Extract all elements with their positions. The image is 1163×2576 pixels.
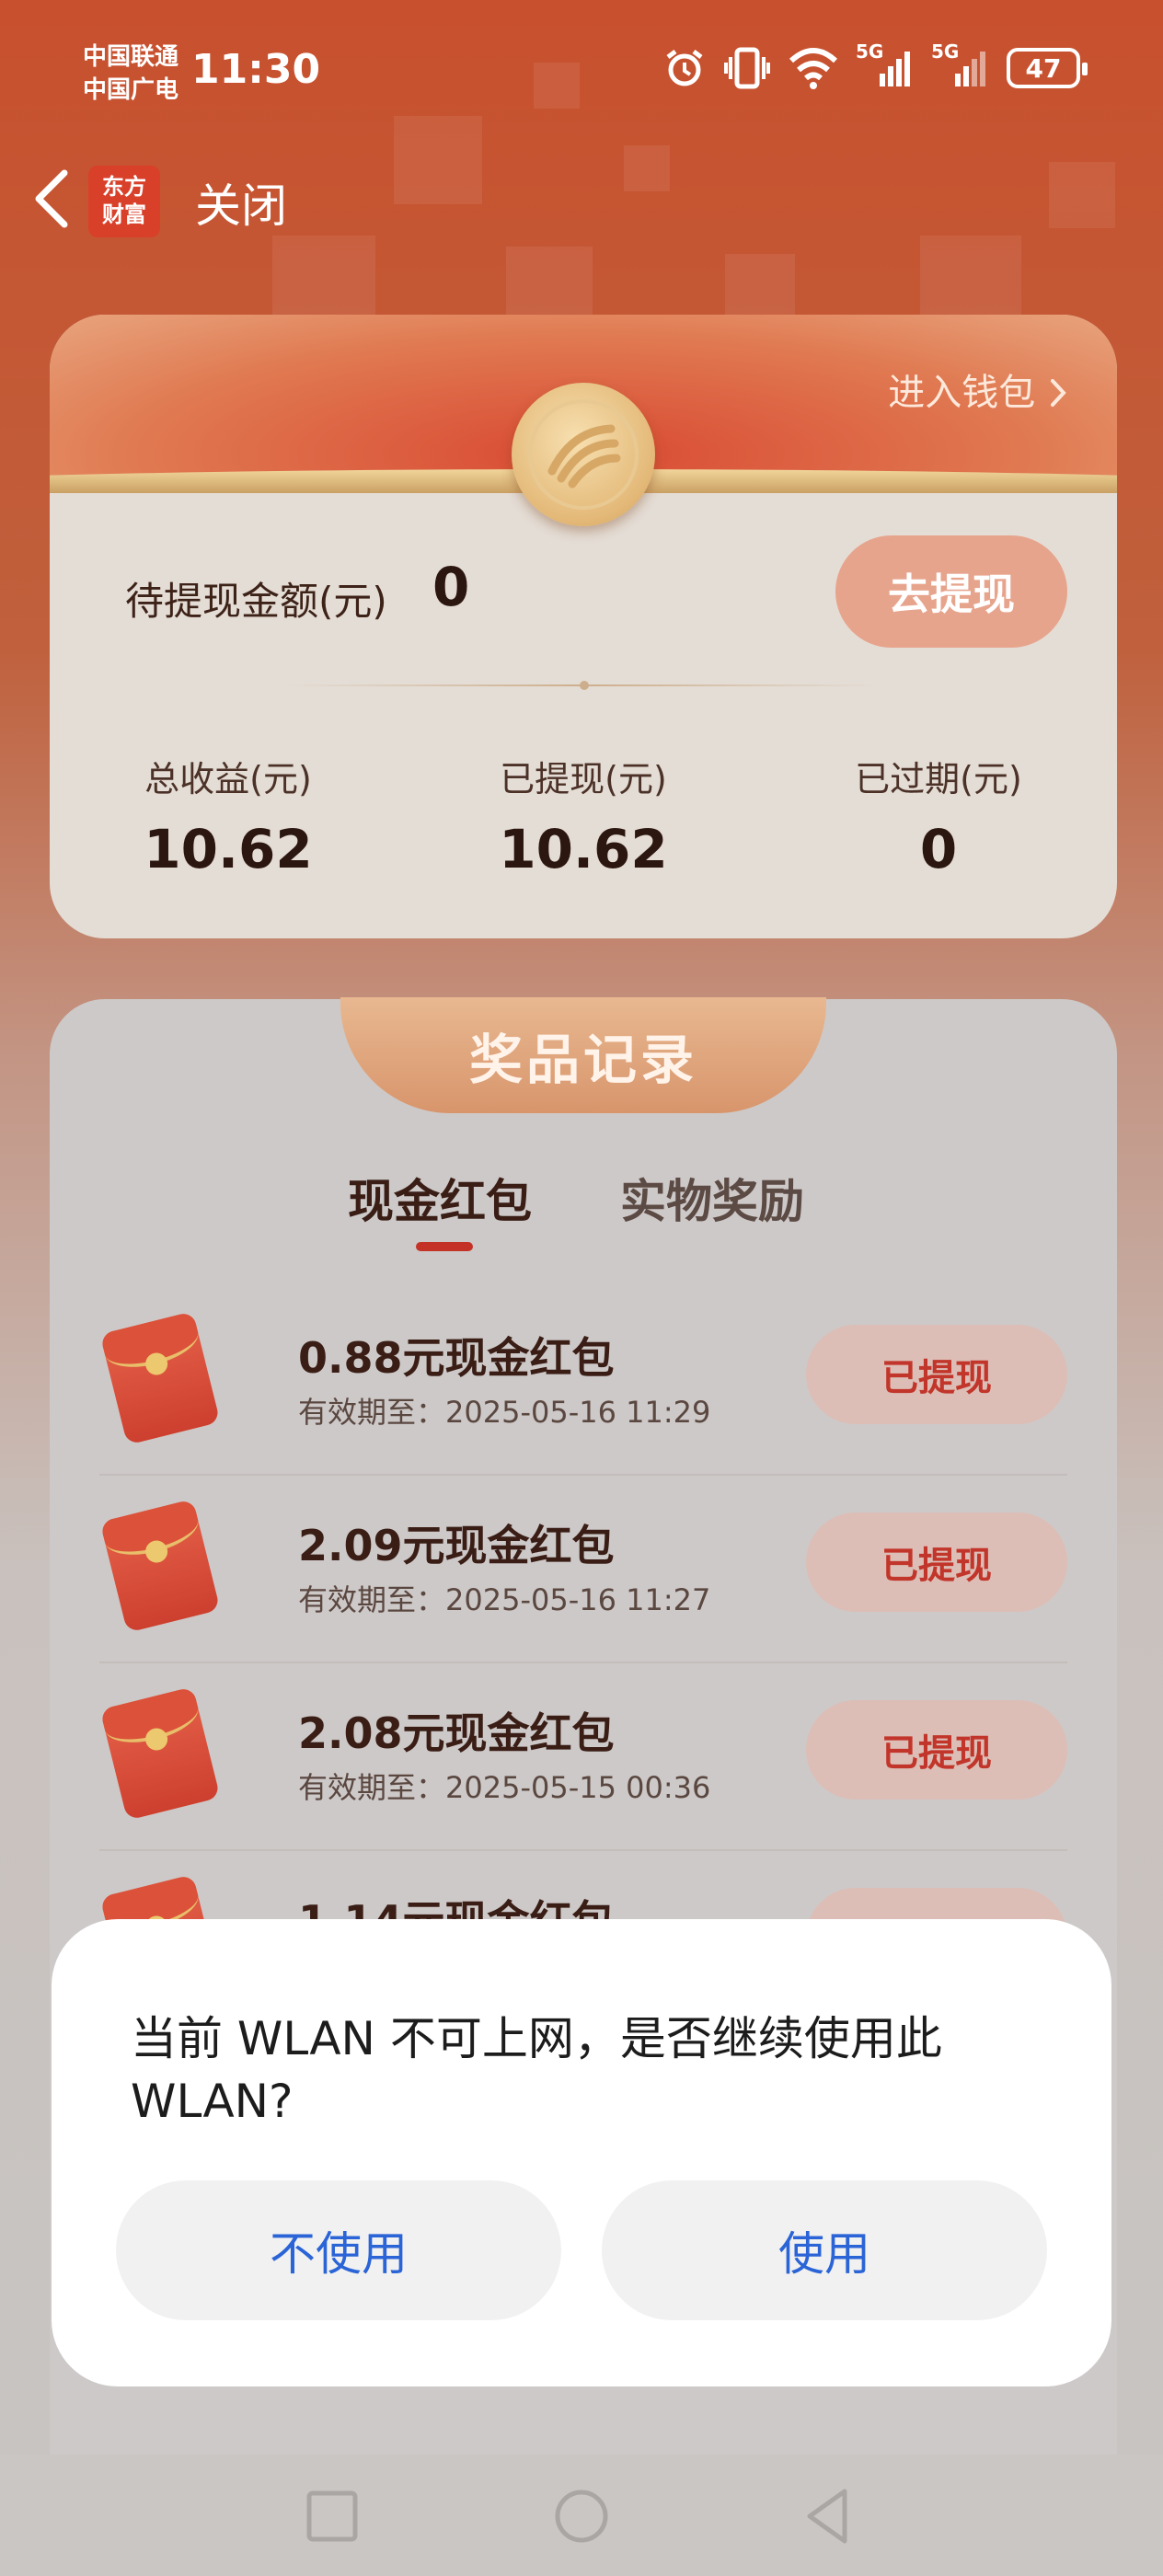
red-envelope-icon	[99, 1311, 221, 1445]
network-type-1: 5G	[856, 40, 884, 63]
item-status-button[interactable]: 已提现	[806, 1700, 1067, 1800]
background-decoration	[272, 236, 375, 315]
item-expiry: 有效期至：2025-05-16 11:27	[298, 1582, 711, 1617]
system-nav-bar	[0, 2455, 1163, 2576]
item-title: 2.09元现金红包	[298, 1521, 615, 1570]
logo-line-1: 东方	[102, 174, 146, 200]
dont-use-button[interactable]: 不使用	[116, 2180, 561, 2320]
signal-icon-1: 5G	[856, 40, 915, 90]
stat-label: 总收益(元)	[144, 759, 312, 799]
alarm-icon	[662, 46, 707, 90]
gold-coin-icon	[512, 383, 655, 526]
recent-apps-icon[interactable]	[300, 2484, 364, 2548]
home-icon[interactable]	[549, 2484, 614, 2548]
carrier-2: 中国广电	[83, 76, 179, 104]
enter-wallet-label: 进入钱包	[888, 372, 1036, 414]
signal-icon-2: 5G	[931, 40, 990, 90]
stat-value: 10.62	[144, 818, 313, 880]
stat-value: 0	[919, 818, 958, 880]
battery-icon: 47	[1007, 48, 1088, 88]
stat-label: 已提现(元)	[500, 759, 667, 799]
chevron-right-icon	[1047, 372, 1069, 414]
wallet-card: 进入钱包 待提现金额(元) 0 去提现 总收益(元) 10.62 已提现(元) …	[50, 315, 1117, 938]
enter-wallet-link[interactable]: 进入钱包	[888, 362, 1069, 416]
item-expiry: 有效期至：2025-05-15 00:36	[298, 1770, 711, 1805]
active-tab-indicator	[416, 1242, 473, 1251]
tab-physical-rewards[interactable]: 实物奖励	[620, 1165, 804, 1231]
wifi-icon	[788, 46, 839, 90]
logo-line-2: 财富	[102, 201, 146, 227]
red-envelope-icon	[99, 1499, 221, 1633]
back-icon[interactable]	[797, 2484, 861, 2548]
divider-dot	[580, 681, 589, 690]
stat-value: 10.62	[499, 818, 668, 880]
status-icons: 5G 5G 47	[662, 40, 1088, 90]
pending-amount-label: 待提现金额(元)	[125, 579, 387, 624]
list-item: 0.88元现金红包 有效期至：2025-05-16 11:29 已提现	[99, 1288, 1067, 1476]
item-title: 0.88元现金红包	[298, 1333, 615, 1383]
pending-amount-value: 0	[432, 556, 470, 618]
use-button[interactable]: 使用	[602, 2180, 1047, 2320]
stat-withdrawn: 已提现(元) 10.62	[445, 751, 721, 880]
back-arrow-icon[interactable]	[26, 164, 81, 234]
background-decoration	[920, 236, 1021, 315]
carrier-info: 中国联通 中国广电	[83, 40, 178, 107]
app-logo: 东方 财富	[88, 166, 160, 237]
background-decoration	[506, 247, 593, 315]
stat-total-earnings: 总收益(元) 10.62	[90, 751, 366, 880]
stat-expired: 已过期(元) 0	[800, 751, 1077, 880]
status-bar: 中国联通 中国广电 11:30 5G 5G 47	[0, 0, 1163, 147]
dialog-message: 当前 WLAN 不可上网，是否继续使用此WLAN?	[131, 2012, 942, 2128]
vibrate-icon	[723, 46, 771, 90]
nav-bar: 东方 财富 关闭	[0, 156, 1163, 239]
network-type-2: 5G	[931, 40, 960, 63]
item-expiry: 有效期至：2025-05-16 11:29	[298, 1395, 711, 1430]
item-status-button[interactable]: 已提现	[806, 1325, 1067, 1424]
wlan-dialog: 当前 WLAN 不可上网，是否继续使用此WLAN? 不使用 使用	[52, 1919, 1111, 2386]
background-decoration	[725, 254, 795, 315]
tab-cash-red-packet[interactable]: 现金红包	[348, 1165, 532, 1231]
close-button[interactable]: 关闭	[195, 169, 287, 236]
battery-level: 47	[1025, 52, 1062, 84]
status-time: 11:30	[191, 46, 321, 93]
carrier-1: 中国联通	[83, 43, 179, 71]
item-title: 2.08元现金红包	[298, 1708, 615, 1758]
prize-records-header: 奖品记录	[340, 997, 826, 1113]
item-status-button[interactable]: 已提现	[806, 1512, 1067, 1612]
prize-tabs: 现金红包 实物奖励	[50, 1165, 1117, 1257]
stat-label: 已过期(元)	[855, 759, 1022, 799]
list-item: 2.08元现金红包 有效期至：2025-05-15 00:36 已提现	[99, 1663, 1067, 1851]
withdraw-button[interactable]: 去提现	[835, 535, 1067, 648]
red-envelope-icon	[99, 1686, 221, 1821]
list-item: 2.09元现金红包 有效期至：2025-05-16 11:27 已提现	[99, 1476, 1067, 1663]
